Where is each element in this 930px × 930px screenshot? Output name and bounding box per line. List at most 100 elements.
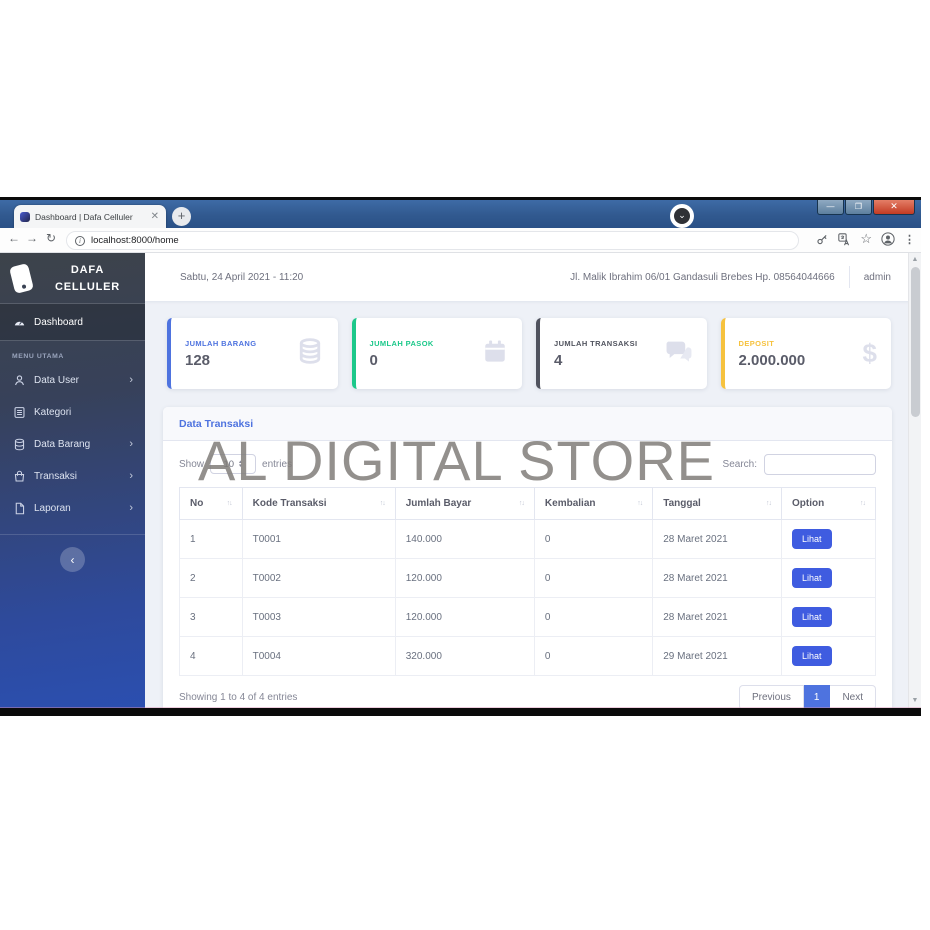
cell-option: Lihat bbox=[781, 520, 875, 559]
sidebar-item-data-barang[interactable]: Data Barang › bbox=[0, 428, 145, 460]
col-header-kembalian[interactable]: Kembalian↑↓ bbox=[534, 488, 652, 520]
page-info-icon[interactable]: i bbox=[75, 236, 85, 246]
url-bar[interactable]: i localhost:8000/home bbox=[66, 231, 799, 250]
app-topbar: Sabtu, 24 April 2021 - 11:20 Jl. Malik I… bbox=[145, 253, 921, 301]
chevron-right-icon: › bbox=[129, 470, 133, 482]
page-scrollbar[interactable]: ▲ ▼ bbox=[908, 253, 921, 708]
cell-no: 1 bbox=[180, 520, 243, 559]
reload-icon[interactable]: ↻ bbox=[43, 231, 59, 245]
user-menu[interactable]: admin bbox=[864, 272, 903, 283]
lihat-button[interactable]: Lihat bbox=[792, 529, 832, 549]
panel-header: Data Transaksi bbox=[163, 407, 892, 441]
pagination-page-1[interactable]: 1 bbox=[804, 685, 831, 708]
comments-icon bbox=[665, 337, 693, 370]
tab-close-icon[interactable]: ✕ bbox=[150, 211, 160, 222]
toolbar-actions: ☆ ⋮ bbox=[816, 231, 915, 247]
sidebar-item-laporan[interactable]: Laporan › bbox=[0, 492, 145, 524]
brand[interactable]: DAFACELLULER bbox=[0, 253, 145, 303]
list-icon bbox=[12, 405, 26, 419]
sort-icon: ↑↓ bbox=[380, 500, 385, 507]
card-value: 128 bbox=[185, 352, 296, 369]
database-icon bbox=[296, 337, 324, 370]
cell-kembalian: 0 bbox=[534, 559, 652, 598]
page-content: JUMLAH BARANG 128 JUMLAH PASOK 0 bbox=[145, 301, 908, 708]
cell-no: 3 bbox=[180, 598, 243, 637]
browser-tab[interactable]: Dashboard | Dafa Celluler ✕ bbox=[14, 205, 166, 228]
record-overlay-icon[interactable]: ⌄ bbox=[670, 204, 694, 228]
pagination-previous[interactable]: Previous bbox=[739, 685, 804, 708]
brand-text: DAFACELLULER bbox=[40, 262, 135, 295]
page-length-select[interactable]: 10 ▲▼ bbox=[210, 454, 256, 474]
lihat-button[interactable]: Lihat bbox=[792, 568, 832, 588]
cell-option: Lihat bbox=[781, 598, 875, 637]
table-controls: Show 10 ▲▼ entries Search: bbox=[163, 441, 892, 487]
lihat-button[interactable]: Lihat bbox=[792, 646, 832, 666]
tachometer-icon bbox=[12, 315, 26, 329]
scroll-up-icon[interactable]: ▲ bbox=[909, 254, 921, 266]
cell-option: Lihat bbox=[781, 637, 875, 676]
col-header-kode-transaksi[interactable]: Kode Transaksi↑↓ bbox=[242, 488, 395, 520]
profile-avatar-icon[interactable] bbox=[881, 232, 895, 246]
browser-menu-icon[interactable]: ⋮ bbox=[904, 233, 915, 246]
current-datetime: Sabtu, 24 April 2021 - 11:20 bbox=[180, 272, 303, 283]
sidebar-item-transaksi[interactable]: Transaksi › bbox=[0, 460, 145, 492]
translate-icon[interactable] bbox=[838, 233, 851, 246]
tab-title: Dashboard | Dafa Celluler bbox=[35, 212, 145, 222]
letterbox-bottom bbox=[0, 708, 921, 716]
panel-title: Data Transaksi bbox=[179, 418, 253, 430]
cell-no: 2 bbox=[180, 559, 243, 598]
col-header-jumlah-bayar[interactable]: Jumlah Bayar↑↓ bbox=[395, 488, 534, 520]
card-label: DEPOSIT bbox=[739, 339, 863, 348]
screenshot-canvas: Dashboard | Dafa Celluler ✕ + ⌄ — ❐ ✕ ← … bbox=[0, 0, 930, 930]
show-label: Show bbox=[179, 459, 204, 470]
col-header-no[interactable]: No↑↓ bbox=[180, 488, 243, 520]
topbar-divider bbox=[849, 266, 850, 288]
scroll-down-icon[interactable]: ▼ bbox=[909, 695, 921, 707]
calendar-icon bbox=[482, 338, 508, 369]
card-jumlah-pasok: JUMLAH PASOK 0 bbox=[352, 318, 523, 389]
sort-icon: ↑↓ bbox=[227, 500, 232, 507]
search-input[interactable] bbox=[764, 454, 876, 475]
minimize-button[interactable]: — bbox=[817, 200, 844, 215]
maximize-button[interactable]: ❐ bbox=[845, 200, 872, 215]
card-label: JUMLAH TRANSAKSI bbox=[554, 339, 665, 348]
sidebar-item-data-user[interactable]: Data User › bbox=[0, 364, 145, 396]
showing-info: Showing 1 to 4 of 4 entries bbox=[179, 692, 297, 703]
cell-tanggal: 29 Maret 2021 bbox=[653, 637, 782, 676]
sidebar-section-label: MENU UTAMA bbox=[0, 341, 145, 364]
sidebar-item-kategori[interactable]: Kategori › bbox=[0, 396, 145, 428]
col-header-option[interactable]: Option↑↓ bbox=[781, 488, 875, 520]
sidebar-item-label: Data User bbox=[34, 375, 79, 386]
back-icon[interactable]: ← bbox=[6, 231, 22, 245]
bookmark-star-icon[interactable]: ☆ bbox=[860, 231, 872, 247]
bag-icon bbox=[12, 469, 26, 483]
cell-no: 4 bbox=[180, 637, 243, 676]
scrollbar-thumb[interactable] bbox=[911, 267, 920, 417]
user-icon bbox=[12, 373, 26, 387]
app-window: DAFACELLULER Dashboard MENU UTAMA bbox=[0, 253, 921, 708]
cell-kode: T0001 bbox=[242, 520, 395, 559]
cell-option: Lihat bbox=[781, 559, 875, 598]
sidebar-collapse-button[interactable]: ‹ bbox=[60, 547, 85, 572]
card-label: JUMLAH BARANG bbox=[185, 339, 296, 348]
sidebar-footer: ‹ bbox=[0, 534, 145, 572]
pagination-next[interactable]: Next bbox=[830, 685, 876, 708]
new-tab-button[interactable]: + bbox=[172, 207, 191, 226]
password-key-icon[interactable] bbox=[816, 233, 829, 246]
sort-icon: ↑↓ bbox=[766, 500, 771, 507]
database-icon bbox=[12, 437, 26, 451]
data-transaksi-panel: Data Transaksi Show 10 ▲▼ entries bbox=[163, 407, 892, 708]
close-button[interactable]: ✕ bbox=[873, 200, 915, 215]
card-jumlah-barang: JUMLAH BARANG 128 bbox=[167, 318, 338, 389]
card-value: 2.000.000 bbox=[739, 352, 863, 369]
cell-bayar: 320.000 bbox=[395, 637, 534, 676]
forward-icon[interactable]: → bbox=[24, 231, 40, 245]
dollar-icon: $ bbox=[863, 338, 877, 369]
sidebar: DAFACELLULER Dashboard MENU UTAMA bbox=[0, 253, 145, 708]
col-header-tanggal[interactable]: Tanggal↑↓ bbox=[653, 488, 782, 520]
sidebar-item-dashboard[interactable]: Dashboard bbox=[0, 304, 145, 340]
tab-favicon-icon bbox=[20, 212, 30, 222]
chevron-right-icon: › bbox=[129, 438, 133, 450]
lihat-button[interactable]: Lihat bbox=[792, 607, 832, 627]
cell-kembalian: 0 bbox=[534, 637, 652, 676]
